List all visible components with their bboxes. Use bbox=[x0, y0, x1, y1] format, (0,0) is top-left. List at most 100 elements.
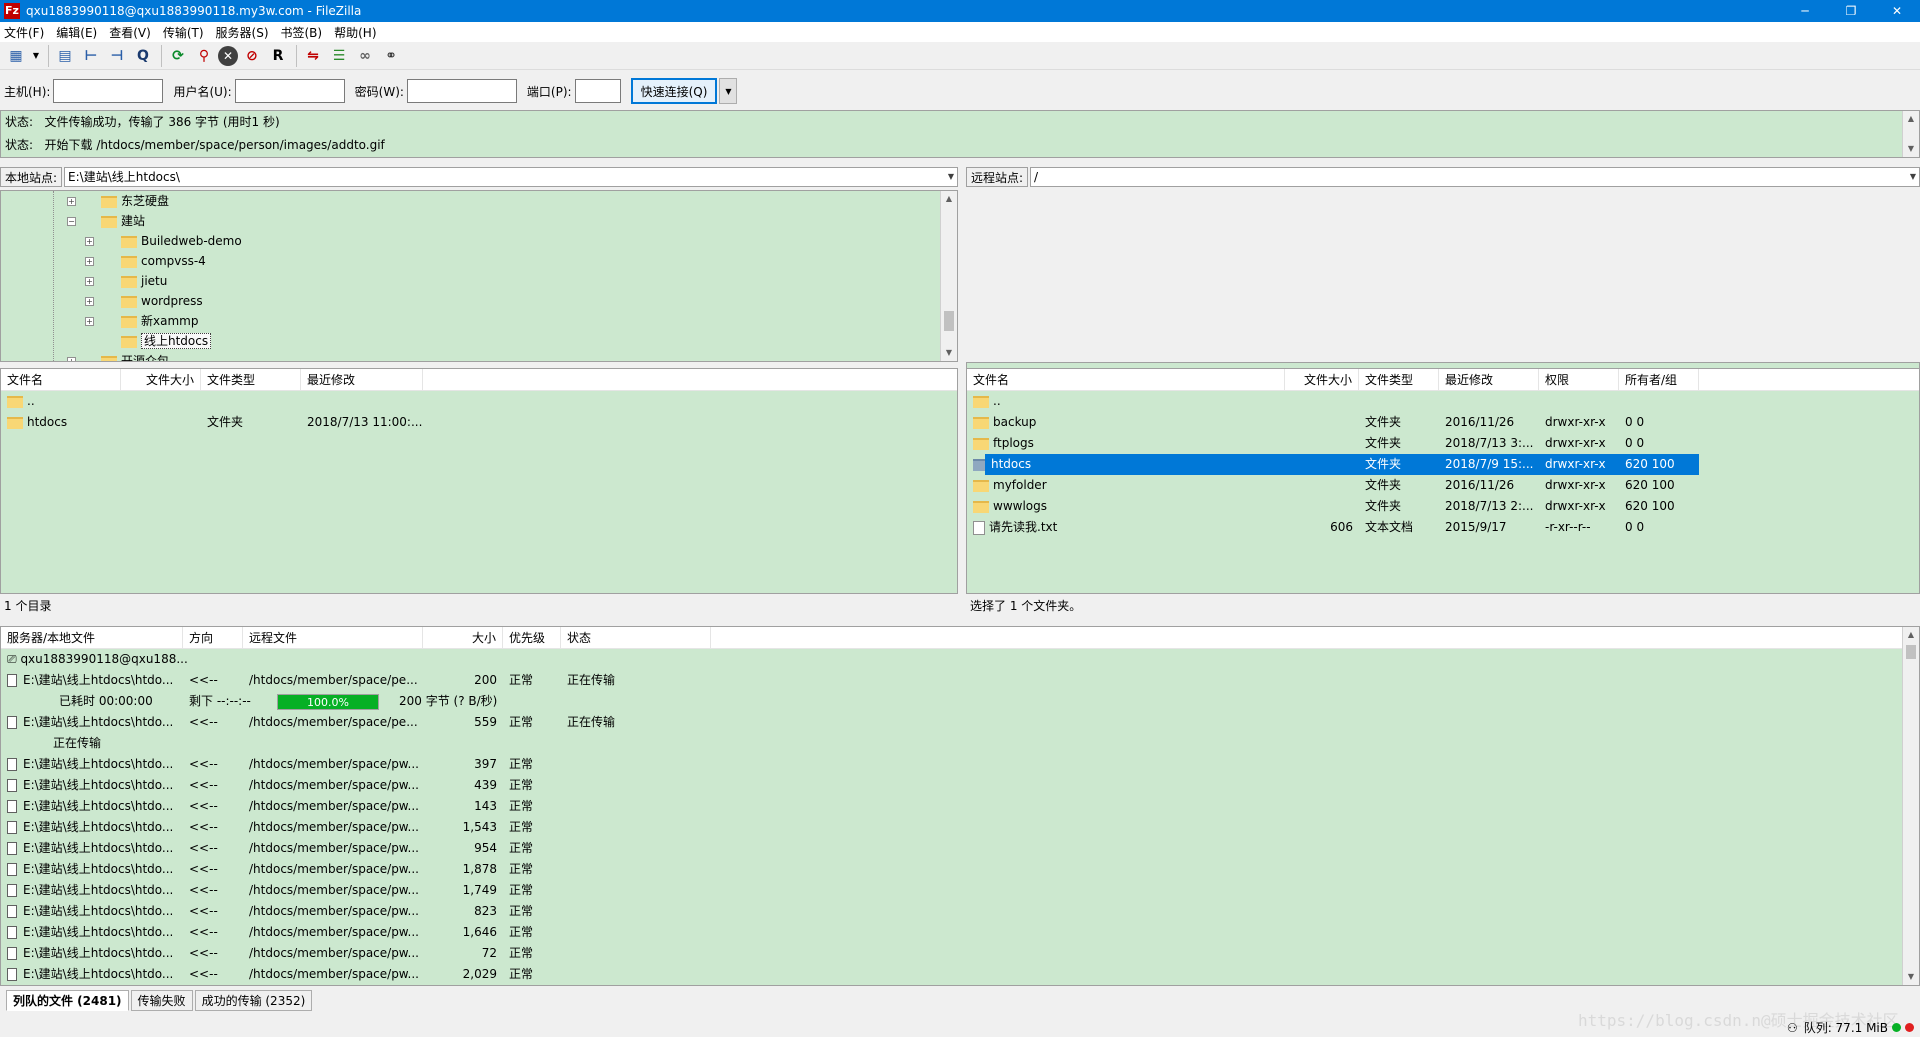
expand-icon[interactable]: + bbox=[85, 257, 94, 266]
cancel-icon[interactable]: ✕ bbox=[218, 45, 238, 66]
column-header-size[interactable]: 大小 bbox=[423, 627, 503, 649]
queue-scrollbar[interactable]: ▲ ▼ bbox=[1902, 627, 1919, 985]
queue-item[interactable]: E:\建站\线上htdocs\htdo... <<-- /htdocs/member… bbox=[1, 943, 1919, 964]
menu-file[interactable]: 文件(F) bbox=[4, 24, 44, 41]
expand-icon[interactable]: + bbox=[85, 297, 94, 306]
expand-icon[interactable]: + bbox=[85, 277, 94, 286]
minimize-button[interactable]: ─ bbox=[1782, 0, 1828, 22]
column-header-remote-file[interactable]: 远程文件 bbox=[243, 627, 423, 649]
column-header-type[interactable]: 文件类型 bbox=[1359, 369, 1439, 391]
column-header-permissions[interactable]: 权限 bbox=[1539, 369, 1619, 391]
expand-icon[interactable]: + bbox=[85, 237, 94, 246]
queue-item[interactable]: E:\建站\线上htdocs\htdo... <<-- /htdocs/member… bbox=[1, 838, 1919, 859]
quickconnect-history-dropdown[interactable]: ▼ bbox=[719, 78, 738, 104]
file-row[interactable]: wwwlogs 文件夹 2018/7/13 2:... drwxr-xr-x 6… bbox=[967, 496, 1919, 517]
tree-item[interactable]: + wordpress bbox=[1, 291, 957, 311]
scroll-up-icon[interactable]: ▲ bbox=[1903, 627, 1919, 643]
menu-edit[interactable]: 编辑(E) bbox=[56, 24, 97, 41]
collapse-icon[interactable]: − bbox=[67, 217, 76, 226]
local-tree-scrollbar[interactable]: ▲ ▼ bbox=[940, 191, 957, 361]
process-queue-icon[interactable]: ⚲ bbox=[192, 45, 216, 67]
quickconnect-button[interactable]: 快速连接(Q) bbox=[630, 78, 718, 104]
reconnect-icon[interactable]: R bbox=[266, 45, 290, 67]
column-header-size[interactable]: 文件大小 bbox=[121, 369, 201, 391]
file-row[interactable]: myfolder 文件夹 2016/11/26 drwxr-xr-x 620 1… bbox=[967, 475, 1919, 496]
tree-item[interactable]: + Builedweb-demo bbox=[1, 231, 957, 251]
queue-server-row[interactable]: ⎚ qxu1883990118@qxu188... bbox=[1, 649, 1919, 670]
site-manager-icon[interactable]: ▦ bbox=[4, 45, 28, 67]
column-header-type[interactable]: 文件类型 bbox=[201, 369, 301, 391]
tree-item-selected[interactable]: 线上htdocs bbox=[1, 331, 957, 351]
column-header-direction[interactable]: 方向 bbox=[183, 627, 243, 649]
column-header-status[interactable]: 状态 bbox=[561, 627, 711, 649]
password-input[interactable] bbox=[406, 79, 517, 103]
scroll-up-icon[interactable]: ▲ bbox=[1903, 111, 1919, 127]
sync-browsing-icon[interactable]: ∞ bbox=[353, 45, 377, 67]
column-header-size[interactable]: 文件大小 bbox=[1285, 369, 1359, 391]
file-row[interactable]: .. bbox=[1, 391, 957, 412]
queue-item[interactable]: E:\建站\线上htdocs\htdo... <<-- /htdocs/member… bbox=[1, 859, 1919, 880]
directory-compare-icon[interactable]: ☰ bbox=[327, 45, 351, 67]
local-path-input[interactable]: E:\建站\线上htdocs\ ▼ bbox=[64, 167, 958, 187]
menu-bookmarks[interactable]: 书签(B) bbox=[281, 24, 323, 41]
tree-item[interactable]: + 东芝硬盘 bbox=[1, 191, 957, 211]
tab-successful-transfers[interactable]: 成功的传输 (2352) bbox=[194, 990, 313, 1011]
column-header-modified[interactable]: 最近修改 bbox=[301, 369, 423, 391]
port-input[interactable] bbox=[574, 79, 621, 103]
remote-path-input[interactable]: / ▼ bbox=[1030, 167, 1920, 187]
menu-transfer[interactable]: 传输(T) bbox=[163, 24, 204, 41]
message-log-scrollbar[interactable]: ▲ ▼ bbox=[1902, 111, 1919, 157]
close-button[interactable]: ✕ bbox=[1874, 0, 1920, 22]
menu-view[interactable]: 查看(V) bbox=[109, 24, 151, 41]
queue-item[interactable]: E:\建站\线上htdocs\htdo... <<-- /htdocs/member… bbox=[1, 775, 1919, 796]
file-row-selected[interactable]: htdocs 文件夹 2018/7/9 15:... drwxr-xr-x 62… bbox=[967, 454, 1919, 475]
queue-item[interactable]: E:\建站\线上htdocs\htdo... <<-- /htdocs/memb… bbox=[1, 670, 1919, 691]
scroll-thumb[interactable] bbox=[1906, 645, 1916, 659]
expand-icon[interactable]: + bbox=[67, 197, 76, 206]
column-header-priority[interactable]: 优先级 bbox=[503, 627, 561, 649]
queue-item[interactable]: E:\建站\线上htdocs\htdo... <<-- /htdocs/member… bbox=[1, 796, 1919, 817]
queue-item[interactable]: E:\建站\线上htdocs\htdo... <<-- /htdocs/member… bbox=[1, 901, 1919, 922]
menu-server[interactable]: 服务器(S) bbox=[216, 24, 269, 41]
toggle-queue-icon[interactable]: Q bbox=[131, 45, 155, 67]
column-header-modified[interactable]: 最近修改 bbox=[1439, 369, 1539, 391]
tab-queued-files[interactable]: 列队的文件 (2481) bbox=[6, 990, 129, 1011]
toggle-local-tree-icon[interactable]: ⊢ bbox=[79, 45, 103, 67]
tree-item[interactable]: + compvss-4 bbox=[1, 251, 957, 271]
queue-item[interactable]: E:\建站\线上htdocs\htdo... <<-- /htdocs/member… bbox=[1, 922, 1919, 943]
host-input[interactable] bbox=[53, 79, 164, 103]
directory-filter-icon[interactable]: ⇋ bbox=[301, 45, 325, 67]
scroll-thumb[interactable] bbox=[944, 311, 954, 331]
queue-item[interactable]: E:\建站\线上htdocs\htdo... <<-- /htdocs/member… bbox=[1, 817, 1919, 838]
speed-limit-icon[interactable]: ⚇ bbox=[1787, 1021, 1798, 1035]
chevron-down-icon[interactable]: ▼ bbox=[948, 168, 954, 186]
scroll-down-icon[interactable]: ▼ bbox=[1903, 141, 1919, 157]
scroll-up-icon[interactable]: ▲ bbox=[941, 191, 957, 207]
scroll-down-icon[interactable]: ▼ bbox=[941, 345, 957, 361]
file-row[interactable]: 请先读我.txt 606 文本文档 2015/9/17 -r-xr--r-- 0… bbox=[967, 517, 1919, 538]
site-manager-dropdown-icon[interactable]: ▼ bbox=[30, 45, 42, 67]
scroll-down-icon[interactable]: ▼ bbox=[1903, 969, 1919, 985]
column-header-local-file[interactable]: 服务器/本地文件 bbox=[1, 627, 183, 649]
expand-icon[interactable]: + bbox=[85, 317, 94, 326]
restore-button[interactable]: ❐ bbox=[1828, 0, 1874, 22]
queue-item[interactable]: E:\建站\线上htdocs\htdo... <<-- /htdocs/member… bbox=[1, 964, 1919, 985]
queue-item[interactable]: E:\建站\线上htdocs\htdo... <<-- /htdocs/member… bbox=[1, 880, 1919, 901]
column-header-filename[interactable]: 文件名 bbox=[1, 369, 121, 391]
queue-item[interactable]: E:\建站\线上htdocs\htdo... <<-- /htdocs/memb… bbox=[1, 712, 1919, 733]
search-icon[interactable]: ⚭ bbox=[379, 45, 403, 67]
file-row[interactable]: backup 文件夹 2016/11/26 drwxr-xr-x 0 0 bbox=[967, 412, 1919, 433]
toggle-remote-tree-icon[interactable]: ⊣ bbox=[105, 45, 129, 67]
file-row[interactable]: .. bbox=[967, 391, 1919, 412]
disconnect-icon[interactable]: ⊘ bbox=[240, 45, 264, 67]
column-header-owner[interactable]: 所有者/组 bbox=[1619, 369, 1699, 391]
queue-item[interactable]: E:\建站\线上htdocs\htdo... <<-- /htdocs/member… bbox=[1, 754, 1919, 775]
file-row[interactable]: ftplogs 文件夹 2018/7/13 3:... drwxr-xr-x 0… bbox=[967, 433, 1919, 454]
tree-item[interactable]: + 开源众包 bbox=[1, 351, 957, 361]
tree-item[interactable]: − 建站 bbox=[1, 211, 957, 231]
tree-item[interactable]: + jietu bbox=[1, 271, 957, 291]
column-header-filename[interactable]: 文件名 bbox=[967, 369, 1285, 391]
chevron-down-icon[interactable]: ▼ bbox=[1910, 168, 1916, 186]
tree-item[interactable]: + 新xammp bbox=[1, 311, 957, 331]
toggle-message-log-icon[interactable]: ▤ bbox=[53, 45, 77, 67]
